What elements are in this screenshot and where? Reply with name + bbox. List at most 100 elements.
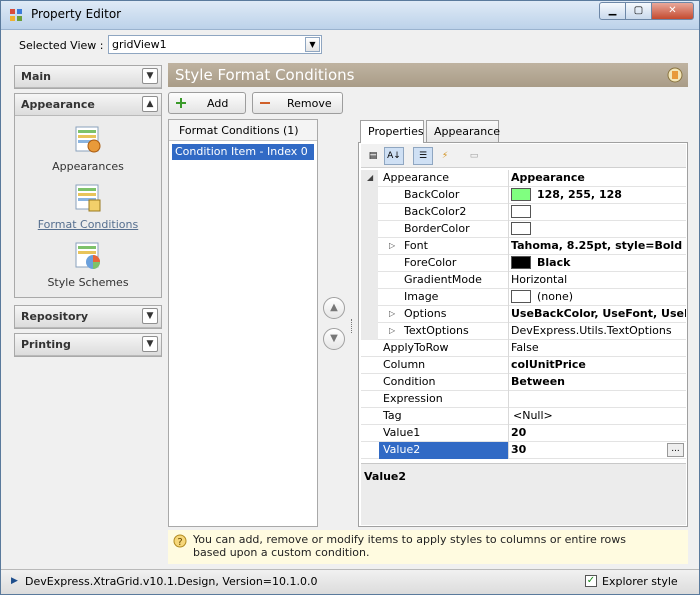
chevron-down-icon[interactable]: ▼ <box>142 336 158 352</box>
expand-icon[interactable]: ▷ <box>389 309 395 318</box>
property-value-cell[interactable] <box>511 204 686 221</box>
nav-header-appearance[interactable]: Appearance ▲ <box>15 94 161 116</box>
remove-button[interactable]: Remove <box>252 92 343 114</box>
property-row-backcolor2[interactable]: BackColor2 <box>361 204 686 221</box>
property-pages-icon[interactable]: ▭ <box>464 147 484 165</box>
property-row-options[interactable]: ▷ Options UseBackColor, UseFont, UseFor <box>361 306 686 323</box>
property-value[interactable]: <Null> <box>513 408 688 425</box>
property-row-value1[interactable]: Value1 20 <box>361 425 686 442</box>
expand-icon[interactable]: ▷ <box>389 241 395 250</box>
info-icon: ? <box>173 534 187 548</box>
categorized-icon[interactable]: ▤ <box>363 147 383 165</box>
style-schemes-icon <box>75 242 100 269</box>
nav-group-main[interactable]: Main ▼ <box>14 65 162 89</box>
nav-header-repository[interactable]: Repository ▼ <box>15 306 161 328</box>
property-value[interactable]: False <box>511 340 686 357</box>
nav-header-printing[interactable]: Printing ▼ <box>15 334 161 356</box>
format-conditions-list: Format Conditions (1) Condition Item - I… <box>168 119 318 527</box>
minus-icon <box>260 102 270 104</box>
property-row-condition[interactable]: Condition Between <box>361 374 686 391</box>
property-value[interactable]: Horizontal <box>511 272 686 289</box>
color-swatch <box>511 205 531 218</box>
property-name: Condition <box>383 375 436 388</box>
chevron-down-icon[interactable]: ▼ <box>142 68 158 84</box>
add-button[interactable]: Add <box>168 92 246 114</box>
move-up-button[interactable]: ▲ <box>323 297 345 319</box>
column-separator <box>508 408 509 425</box>
chevron-down-icon[interactable]: ▼ <box>142 308 158 324</box>
minimize-button[interactable]: ▁ <box>599 2 626 20</box>
close-button[interactable]: ✕ <box>651 2 694 20</box>
property-row-bordercolor[interactable]: BorderColor <box>361 221 686 238</box>
row-gutter <box>361 238 378 255</box>
property-value-cell[interactable]: (none) <box>511 289 686 306</box>
column-separator <box>508 391 509 408</box>
property-row-tag[interactable]: Tag <Null> <box>361 408 686 425</box>
property-row-gradientmode[interactable]: GradientMode Horizontal <box>361 272 686 289</box>
tab-properties[interactable]: Properties <box>360 120 424 143</box>
property-row-backcolor[interactable]: BackColor 128, 255, 128 <box>361 187 686 204</box>
column-separator <box>508 340 509 357</box>
property-row-forecolor[interactable]: ForeColor Black <box>361 255 686 272</box>
property-row-column[interactable]: Column colUnitPrice <box>361 357 686 374</box>
property-value-cell[interactable]: 128, 255, 128 <box>511 187 686 204</box>
nav-header-main[interactable]: Main ▼ <box>15 66 161 88</box>
nav-item-style-schemes[interactable]: Style Schemes <box>15 240 161 289</box>
app-icon <box>10 9 22 21</box>
property-value[interactable]: Between <box>511 374 686 391</box>
property-value[interactable]: Tahoma, 8.25pt, style=Bold <box>511 238 686 255</box>
property-row-applytorow[interactable]: ApplyToRow False <box>361 340 686 357</box>
collapse-icon[interactable]: ◢ <box>367 173 373 182</box>
property-row-value2[interactable]: Value2 30 ... <box>361 442 686 459</box>
property-value[interactable]: UseBackColor, UseFont, UseFor <box>511 306 686 323</box>
appearances-icon <box>75 126 101 153</box>
splitter-handle[interactable] <box>351 319 353 333</box>
title-bar[interactable]: Property Editor ▁ ▢ ✕ <box>1 1 699 30</box>
property-row-font[interactable]: ▷ Font Tahoma, 8.25pt, style=Bold <box>361 238 686 255</box>
explorer-style-label[interactable]: Explorer style <box>602 575 678 588</box>
chevron-up-icon[interactable]: ▲ <box>142 96 158 112</box>
property-row-image[interactable]: Image (none) <box>361 289 686 306</box>
property-row-textoptions[interactable]: ▷ TextOptions DevExpress.Utils.TextOptio… <box>361 323 686 340</box>
maximize-button[interactable]: ▢ <box>625 2 652 20</box>
property-name: BorderColor <box>404 222 470 235</box>
property-name: Font <box>404 239 428 252</box>
property-value: Black <box>537 256 571 269</box>
column-separator <box>508 187 509 204</box>
play-icon[interactable]: ▶ <box>11 576 18 586</box>
property-name: Appearance <box>383 171 450 184</box>
row-gutter <box>361 289 378 306</box>
property-value[interactable] <box>511 391 686 408</box>
remove-label: Remove <box>287 97 332 110</box>
nav-group-label: Repository <box>21 310 89 323</box>
property-value-cell[interactable] <box>511 221 686 238</box>
nav-item-appearances[interactable]: Appearances <box>15 124 161 173</box>
property-row-expression[interactable]: Expression <box>361 391 686 408</box>
nav-item-format-conditions[interactable]: Format Conditions <box>15 182 161 231</box>
nav-group-repository[interactable]: Repository ▼ <box>14 305 162 329</box>
list-item[interactable]: Condition Item - Index 0 <box>172 144 314 160</box>
chevron-down-icon[interactable]: ▼ <box>305 37 320 52</box>
tab-appearance[interactable]: Appearance <box>426 120 500 142</box>
property-row-appearance[interactable]: ◢ Appearance Appearance <box>361 170 686 187</box>
property-value-cell[interactable]: Black <box>511 255 686 272</box>
properties-icon[interactable]: ☰ <box>413 147 433 165</box>
alphabetical-icon[interactable]: A↓ <box>384 147 404 165</box>
property-editor-window: Property Editor ▁ ▢ ✕ Selected View : gr… <box>0 0 700 595</box>
property-value[interactable]: colUnitPrice <box>511 357 686 374</box>
property-name: ForeColor <box>404 256 457 269</box>
column-separator <box>508 442 509 459</box>
selected-view-combo[interactable]: gridView1 ▼ <box>108 35 322 54</box>
expand-icon[interactable]: ▷ <box>389 326 395 335</box>
property-value-input[interactable]: 30 <box>511 442 686 459</box>
column-separator <box>508 323 509 340</box>
nav-group-printing[interactable]: Printing ▼ <box>14 333 162 357</box>
events-icon[interactable]: ⚡ <box>435 147 455 165</box>
page-banner: Style Format Conditions <box>168 63 688 87</box>
property-name: Value2 <box>379 442 508 459</box>
property-value[interactable]: 20 <box>511 425 686 442</box>
ellipsis-button[interactable]: ... <box>667 443 684 457</box>
property-value[interactable]: DevExpress.Utils.TextOptions <box>511 323 686 340</box>
explorer-style-checkbox[interactable]: ✓ <box>585 575 597 587</box>
move-down-button[interactable]: ▼ <box>323 328 345 350</box>
